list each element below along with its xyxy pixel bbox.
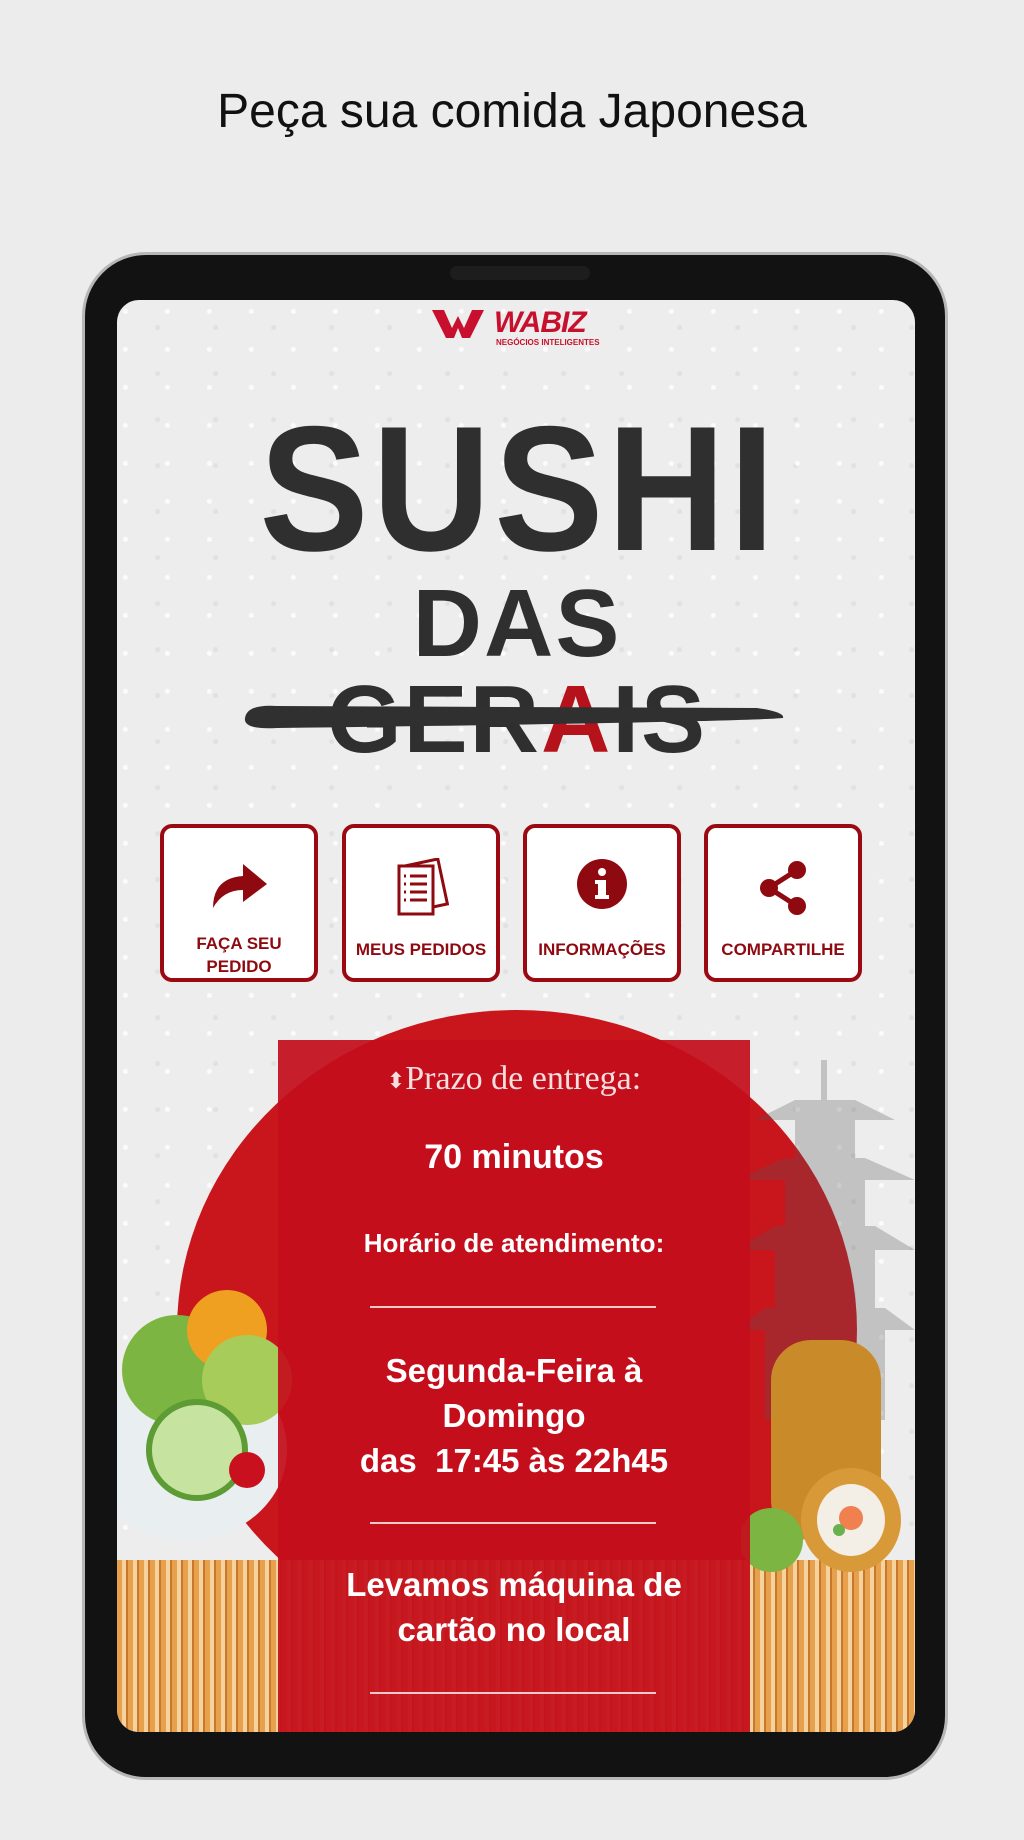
wabiz-mark-icon: [432, 310, 484, 338]
order-button-label: FAÇA SEU PEDIDO: [196, 934, 282, 976]
logo-line-das-gerais: DAS GERAIS: [237, 576, 797, 768]
wabiz-tagline: NEGÓCIOS INTELIGENTES: [496, 338, 600, 347]
order-button[interactable]: FAÇA SEU PEDIDO: [160, 824, 318, 982]
delivery-label: ⬍Prazo de entrega:: [386, 1060, 642, 1097]
info-icon: [527, 858, 677, 918]
divider: [370, 1522, 656, 1524]
brush-stroke: [244, 705, 784, 729]
opening-days: Segunda-Feira à Domingo das 17:45 às 22h45: [359, 1352, 669, 1479]
logo-line-sushi: SUSHI: [259, 389, 779, 588]
delivery-time: 70 minutos: [424, 1138, 604, 1176]
restaurant-logo: SUSHI DAS GERAIS: [237, 389, 797, 768]
sort-arrows-icon: ⬍: [386, 1068, 406, 1094]
my-orders-label: MEUS PEDIDOS: [355, 940, 487, 959]
camera-bar: [450, 266, 590, 280]
share-button-label: COMPARTILHE: [721, 940, 845, 959]
info-button-label: INFORMAÇÕES: [538, 940, 666, 959]
hours-label: Horário de atendimento:: [363, 1228, 665, 1258]
my-orders-button[interactable]: MEUS PEDIDOS: [342, 824, 500, 982]
wabiz-logo: WABIZ NEGÓCIOS INTELIGENTES: [432, 304, 607, 350]
share-icon: [708, 858, 858, 918]
card-machine-note: Levamos máquina de cartão no local: [346, 1566, 682, 1648]
delivery-info-panel: ⬍Prazo de entrega: 70 minutos Horário de…: [278, 1040, 750, 1732]
page-headline: Peça sua comida Japonesa: [217, 85, 807, 138]
sushi-roll-illustration: [741, 1340, 901, 1572]
app-screen: WABIZ NEGÓCIOS INTELIGENTES SUSHI DAS GE…: [117, 300, 915, 1732]
receipt-icon: [346, 857, 496, 918]
divider: [370, 1692, 656, 1694]
wabiz-name: WABIZ: [494, 306, 587, 339]
info-button[interactable]: INFORMAÇÕES: [523, 824, 681, 982]
share-button[interactable]: COMPARTILHE: [704, 824, 862, 982]
share-arrow-icon: [164, 858, 314, 918]
divider: [370, 1306, 656, 1308]
